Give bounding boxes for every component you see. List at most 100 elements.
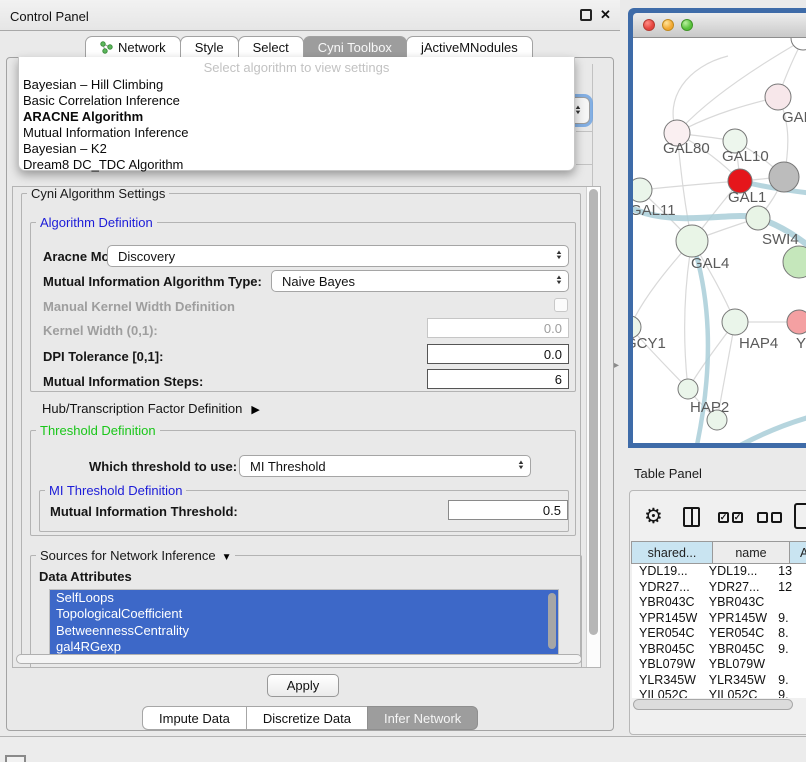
node-hap2[interactable]	[678, 379, 698, 399]
vertical-scrollbar[interactable]	[586, 187, 600, 667]
dpi-tolerance-field[interactable]: 0.0	[427, 344, 569, 364]
table-row[interactable]: YIL052CYIL052C9.	[632, 688, 806, 698]
collapse-right-icon: ▶	[251, 404, 259, 416]
table-horizontal-scrollbar[interactable]	[633, 699, 793, 710]
network-icon	[100, 41, 113, 54]
table-row[interactable]: YDR27...YDR27...12	[632, 580, 806, 596]
minimize-traffic-light-icon[interactable]	[662, 19, 674, 31]
spinner-icon: ▲▼	[512, 461, 530, 471]
network-canvas[interactable]: GAL GAL80 GAL10 GAL1 GAL11 SWI4 GAL4 GCY…	[633, 38, 806, 443]
node-label: GAL4	[691, 255, 729, 272]
tab-jactivemnodules[interactable]: jActiveMNodules	[406, 36, 533, 58]
node-salmon[interactable]	[787, 310, 806, 334]
splitpane-collapse-icon[interactable]: ▸	[614, 360, 619, 371]
apply-button[interactable]: Apply	[267, 674, 339, 697]
mi-algorithm-type-label: Mutual Information Algorithm Type:	[43, 274, 262, 289]
algo-item-bayesian-hill-climbing[interactable]: Bayesian – Hill Climbing	[23, 77, 163, 92]
tab-cyni-toolbox[interactable]: Cyni Toolbox	[303, 36, 407, 58]
algo-item-mutual-information[interactable]: Mutual Information Inference	[23, 125, 188, 140]
zoom-traffic-light-icon[interactable]	[681, 19, 693, 31]
tab-jactivemnodules-label: jActiveMNodules	[421, 40, 518, 55]
hidden-groupbox-border	[576, 131, 592, 132]
mi-algorithm-type-select[interactable]: Naive Bayes ▲▼	[271, 270, 569, 292]
hub-tf-definition-toggle[interactable]: Hub/Transcription Factor Definition▶	[42, 401, 260, 416]
mi-threshold-definition-group: MI Threshold Definition Mutual Informati…	[39, 490, 569, 532]
kernel-width-field[interactable]: 0.0	[427, 318, 569, 338]
gear-icon[interactable]: ⚙	[644, 504, 663, 529]
column-layout-icon[interactable]	[683, 507, 700, 527]
node-gal11[interactable]	[633, 178, 652, 202]
list-item[interactable]: BetweennessCentrality	[50, 623, 558, 639]
node-green[interactable]	[783, 246, 806, 278]
document-icon[interactable]	[794, 503, 806, 529]
algo-item-dream8[interactable]: Dream8 DC_TDC Algorithm	[23, 157, 183, 172]
table-row[interactable]: YDL19...YDL19...13	[632, 564, 806, 580]
algo-item-basic-correlation[interactable]: Basic Correlation Inference	[23, 93, 180, 108]
close-icon[interactable]: ✕	[600, 7, 611, 23]
table-row[interactable]: YBL079WYBL079W	[632, 657, 806, 673]
algorithm-dropdown: Select algorithm to view settings Bayesi…	[18, 57, 575, 171]
column-header-name[interactable]: name	[712, 541, 790, 564]
table-rows: YDL19...YDL19...13 YDR27...YDR27...12 YB…	[632, 564, 806, 698]
table-row[interactable]: YLR345WYLR345W9.	[632, 673, 806, 689]
sources-group: Sources for Network Inference▼ Data Attr…	[30, 555, 582, 668]
tab-discretize-data-label: Discretize Data	[263, 711, 351, 726]
table-panel: ⚙ ✓ ✓ shared... name A YDL19...YDL19...1…	[629, 490, 806, 735]
mi-threshold-label: Mutual Information Threshold:	[50, 504, 238, 519]
network-window-titlebar[interactable]	[633, 13, 806, 38]
tab-style[interactable]: Style	[180, 36, 239, 58]
tab-network-label: Network	[118, 40, 166, 55]
column-header-extra[interactable]: A	[789, 541, 806, 564]
node-label: GAL1	[728, 189, 766, 206]
unchecked-checkbox-icon[interactable]	[757, 512, 768, 523]
mini-panel-button[interactable]	[5, 755, 26, 762]
unchecked-checkbox-icon[interactable]	[771, 512, 782, 523]
node-gal[interactable]	[765, 84, 791, 110]
table-panel-toolbar: ⚙ ✓ ✓	[630, 491, 806, 541]
bottom-tabs: Impute Data Discretize Data Infer Networ…	[143, 706, 478, 730]
node-hap4[interactable]	[722, 309, 748, 335]
tab-network[interactable]: Network	[85, 36, 181, 58]
close-traffic-light-icon[interactable]	[643, 19, 655, 31]
dropdown-placeholder: Select algorithm to view settings	[19, 60, 574, 75]
mi-threshold-field[interactable]: 0.5	[448, 500, 568, 520]
mi-steps-label: Mutual Information Steps:	[43, 374, 203, 389]
table-row[interactable]: YBR045CYBR045C9.	[632, 642, 806, 658]
checked-checkbox-icon[interactable]: ✓	[718, 512, 729, 523]
node-label: GAL10	[722, 148, 769, 165]
tab-impute-data-label: Impute Data	[159, 711, 230, 726]
node-gal4[interactable]	[676, 225, 708, 257]
kernel-width-label: Kernel Width (0,1):	[43, 323, 158, 338]
tab-impute-data[interactable]: Impute Data	[142, 706, 247, 730]
which-threshold-select[interactable]: MI Threshold ▲▼	[239, 455, 531, 477]
list-scrollbar[interactable]	[548, 593, 556, 649]
manual-kernel-width-label: Manual Kernel Width Definition	[43, 299, 235, 314]
tab-infer-network[interactable]: Infer Network	[367, 706, 478, 730]
sources-title[interactable]: Sources for Network Inference▼	[36, 548, 235, 563]
tab-discretize-data[interactable]: Discretize Data	[246, 706, 368, 730]
float-window-icon[interactable]	[580, 9, 592, 21]
which-threshold-label: Which threshold to use:	[89, 459, 237, 474]
control-panel-titlebar: Control Panel ✕	[0, 0, 620, 31]
node[interactable]	[791, 38, 806, 50]
column-header-shared-name[interactable]: shared...	[631, 541, 713, 564]
manual-kernel-width-checkbox[interactable]	[554, 298, 568, 312]
cyni-algorithm-settings-title: Cyni Algorithm Settings	[27, 186, 169, 201]
mi-steps-field[interactable]: 6	[427, 369, 569, 389]
table-row[interactable]: YER054CYER054C8.	[632, 626, 806, 642]
checked-checkbox-icon[interactable]: ✓	[732, 512, 743, 523]
node-label: HAP2	[690, 399, 729, 416]
table-row[interactable]: YPR145WYPR145W9.	[632, 611, 806, 627]
table-row[interactable]: YBR043CYBR043C	[632, 595, 806, 611]
algo-item-aracne[interactable]: ARACNE Algorithm	[23, 109, 143, 124]
node-swi4[interactable]	[746, 206, 770, 230]
table-panel-title: Table Panel	[634, 466, 702, 481]
algo-item-bayesian-k2[interactable]: Bayesian – K2	[23, 141, 107, 156]
horizontal-scrollbar[interactable]	[15, 653, 585, 665]
node-gal1[interactable]	[769, 162, 799, 192]
list-item[interactable]: TopologicalCoefficient	[50, 606, 558, 622]
list-item[interactable]: SelfLoops	[50, 590, 558, 606]
network-graph: GAL GAL80 GAL10 GAL1 GAL11 SWI4 GAL4 GCY…	[633, 38, 806, 443]
aracne-mode-select[interactable]: Discovery ▲▼	[107, 245, 569, 267]
tab-select[interactable]: Select	[238, 36, 304, 58]
